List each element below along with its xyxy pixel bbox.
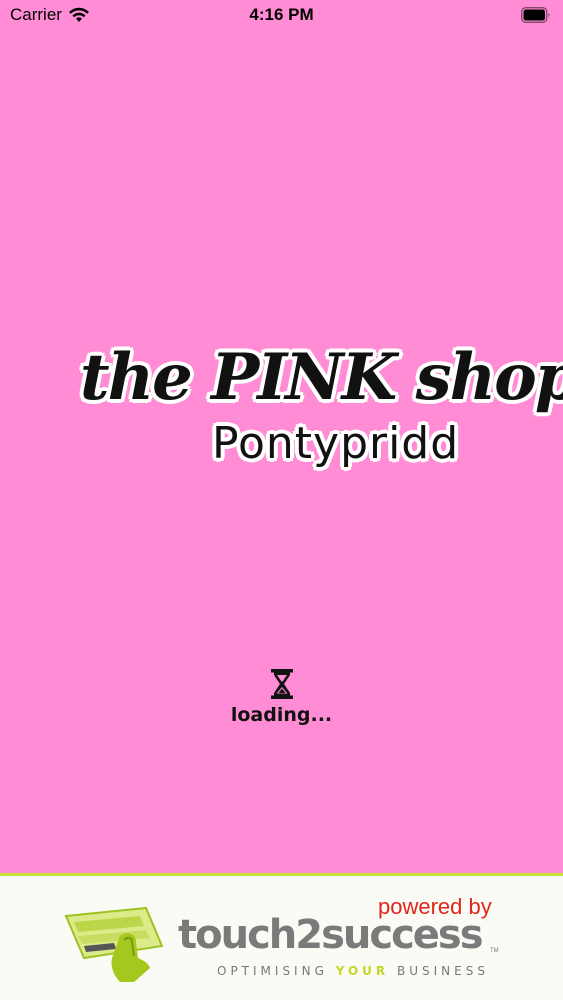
status-bar: Carrier 4:16 PM — [0, 0, 563, 32]
battery-icon — [521, 7, 550, 23]
brand-name: touch2success — [178, 912, 484, 958]
hourglass-icon — [270, 669, 293, 699]
tagline-start: OPTIMISING — [217, 964, 336, 978]
shop-logo: the PINK shop Pontypridd — [72, 340, 563, 500]
shop-location: Pontypridd — [212, 418, 460, 469]
loading-indicator: loading... — [0, 668, 563, 726]
tagline-highlight: YOUR — [335, 964, 390, 978]
shop-name: the PINK shop — [80, 340, 563, 415]
loading-text: loading... — [230, 704, 333, 726]
trademark-mark: TM — [490, 948, 499, 954]
brand-tagline: OPTIMISING YOUR BUSINESS — [217, 964, 489, 978]
status-time: 4:16 PM — [249, 5, 314, 24]
powered-by-footer: powered by touch2success TM OPTIMISING Y… — [0, 873, 563, 1000]
splash-screen: Carrier 4:16 PM the PINK shop Pontypridd — [0, 0, 563, 1000]
tagline-end: BUSINESS — [389, 964, 489, 978]
touch2success-logo-icon — [64, 906, 164, 982]
